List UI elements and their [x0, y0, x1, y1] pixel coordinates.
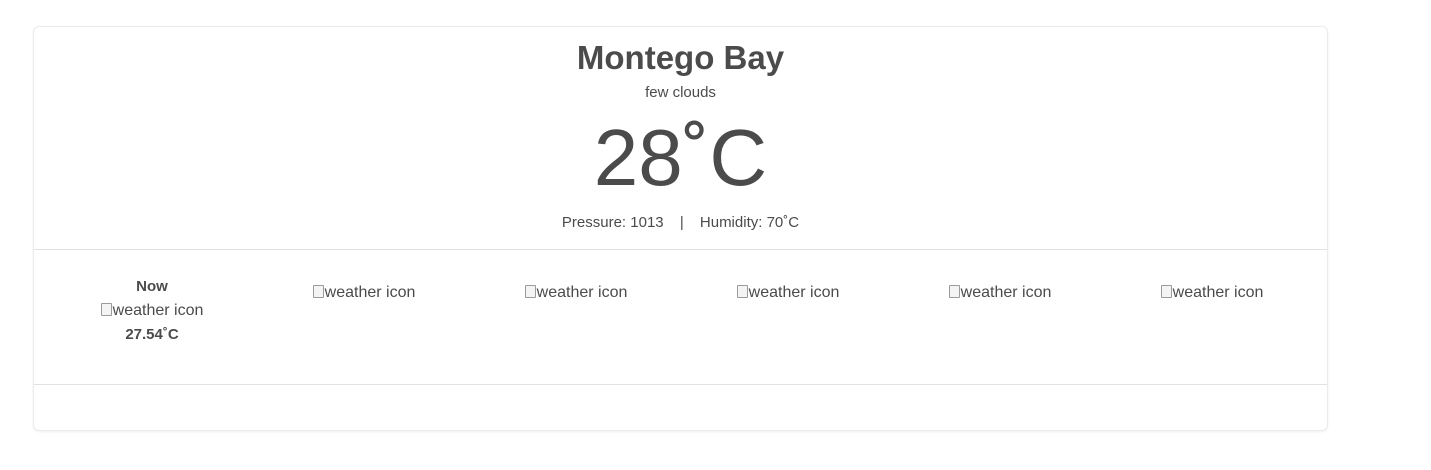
forecast-slot-now: Now weather icon 27.54˚C [46, 250, 258, 343]
weather-meta: Pressure: 1013 | Humidity: 70˚C [34, 214, 1327, 231]
weather-card: Montego Bay few clouds 28˚C Pressure: 10… [33, 26, 1328, 431]
weather-description: few clouds [645, 84, 716, 101]
forecast-slot: weather icon [258, 250, 470, 302]
forecast-slot: weather icon [682, 250, 894, 302]
weather-icon: weather icon [736, 284, 839, 302]
weather-icon: weather icon [948, 284, 1051, 302]
card-footer [34, 385, 1327, 433]
forecast-slot: weather icon [894, 250, 1106, 302]
city-name: Montego Bay [576, 39, 785, 76]
forecast-strip: Now weather icon 27.54˚C weather icon we… [34, 250, 1327, 385]
humidity-value: Humidity: 70˚C [699, 214, 800, 231]
weather-icon: weather icon [524, 284, 627, 302]
meta-separator: | [679, 214, 684, 231]
forecast-slot: weather icon [470, 250, 682, 302]
weather-icon: weather icon [100, 302, 203, 320]
current-weather: Montego Bay few clouds 28˚C Pressure: 10… [34, 27, 1327, 250]
forecast-slot: weather icon [1106, 250, 1318, 302]
forecast-temperature: 27.54˚C [125, 326, 179, 343]
weather-icon: weather icon [1160, 284, 1263, 302]
forecast-time-label: Now [136, 278, 168, 295]
pressure-value: Pressure: 1013 [561, 214, 664, 231]
weather-icon: weather icon [312, 284, 415, 302]
current-temperature: 28˚C [593, 113, 768, 202]
